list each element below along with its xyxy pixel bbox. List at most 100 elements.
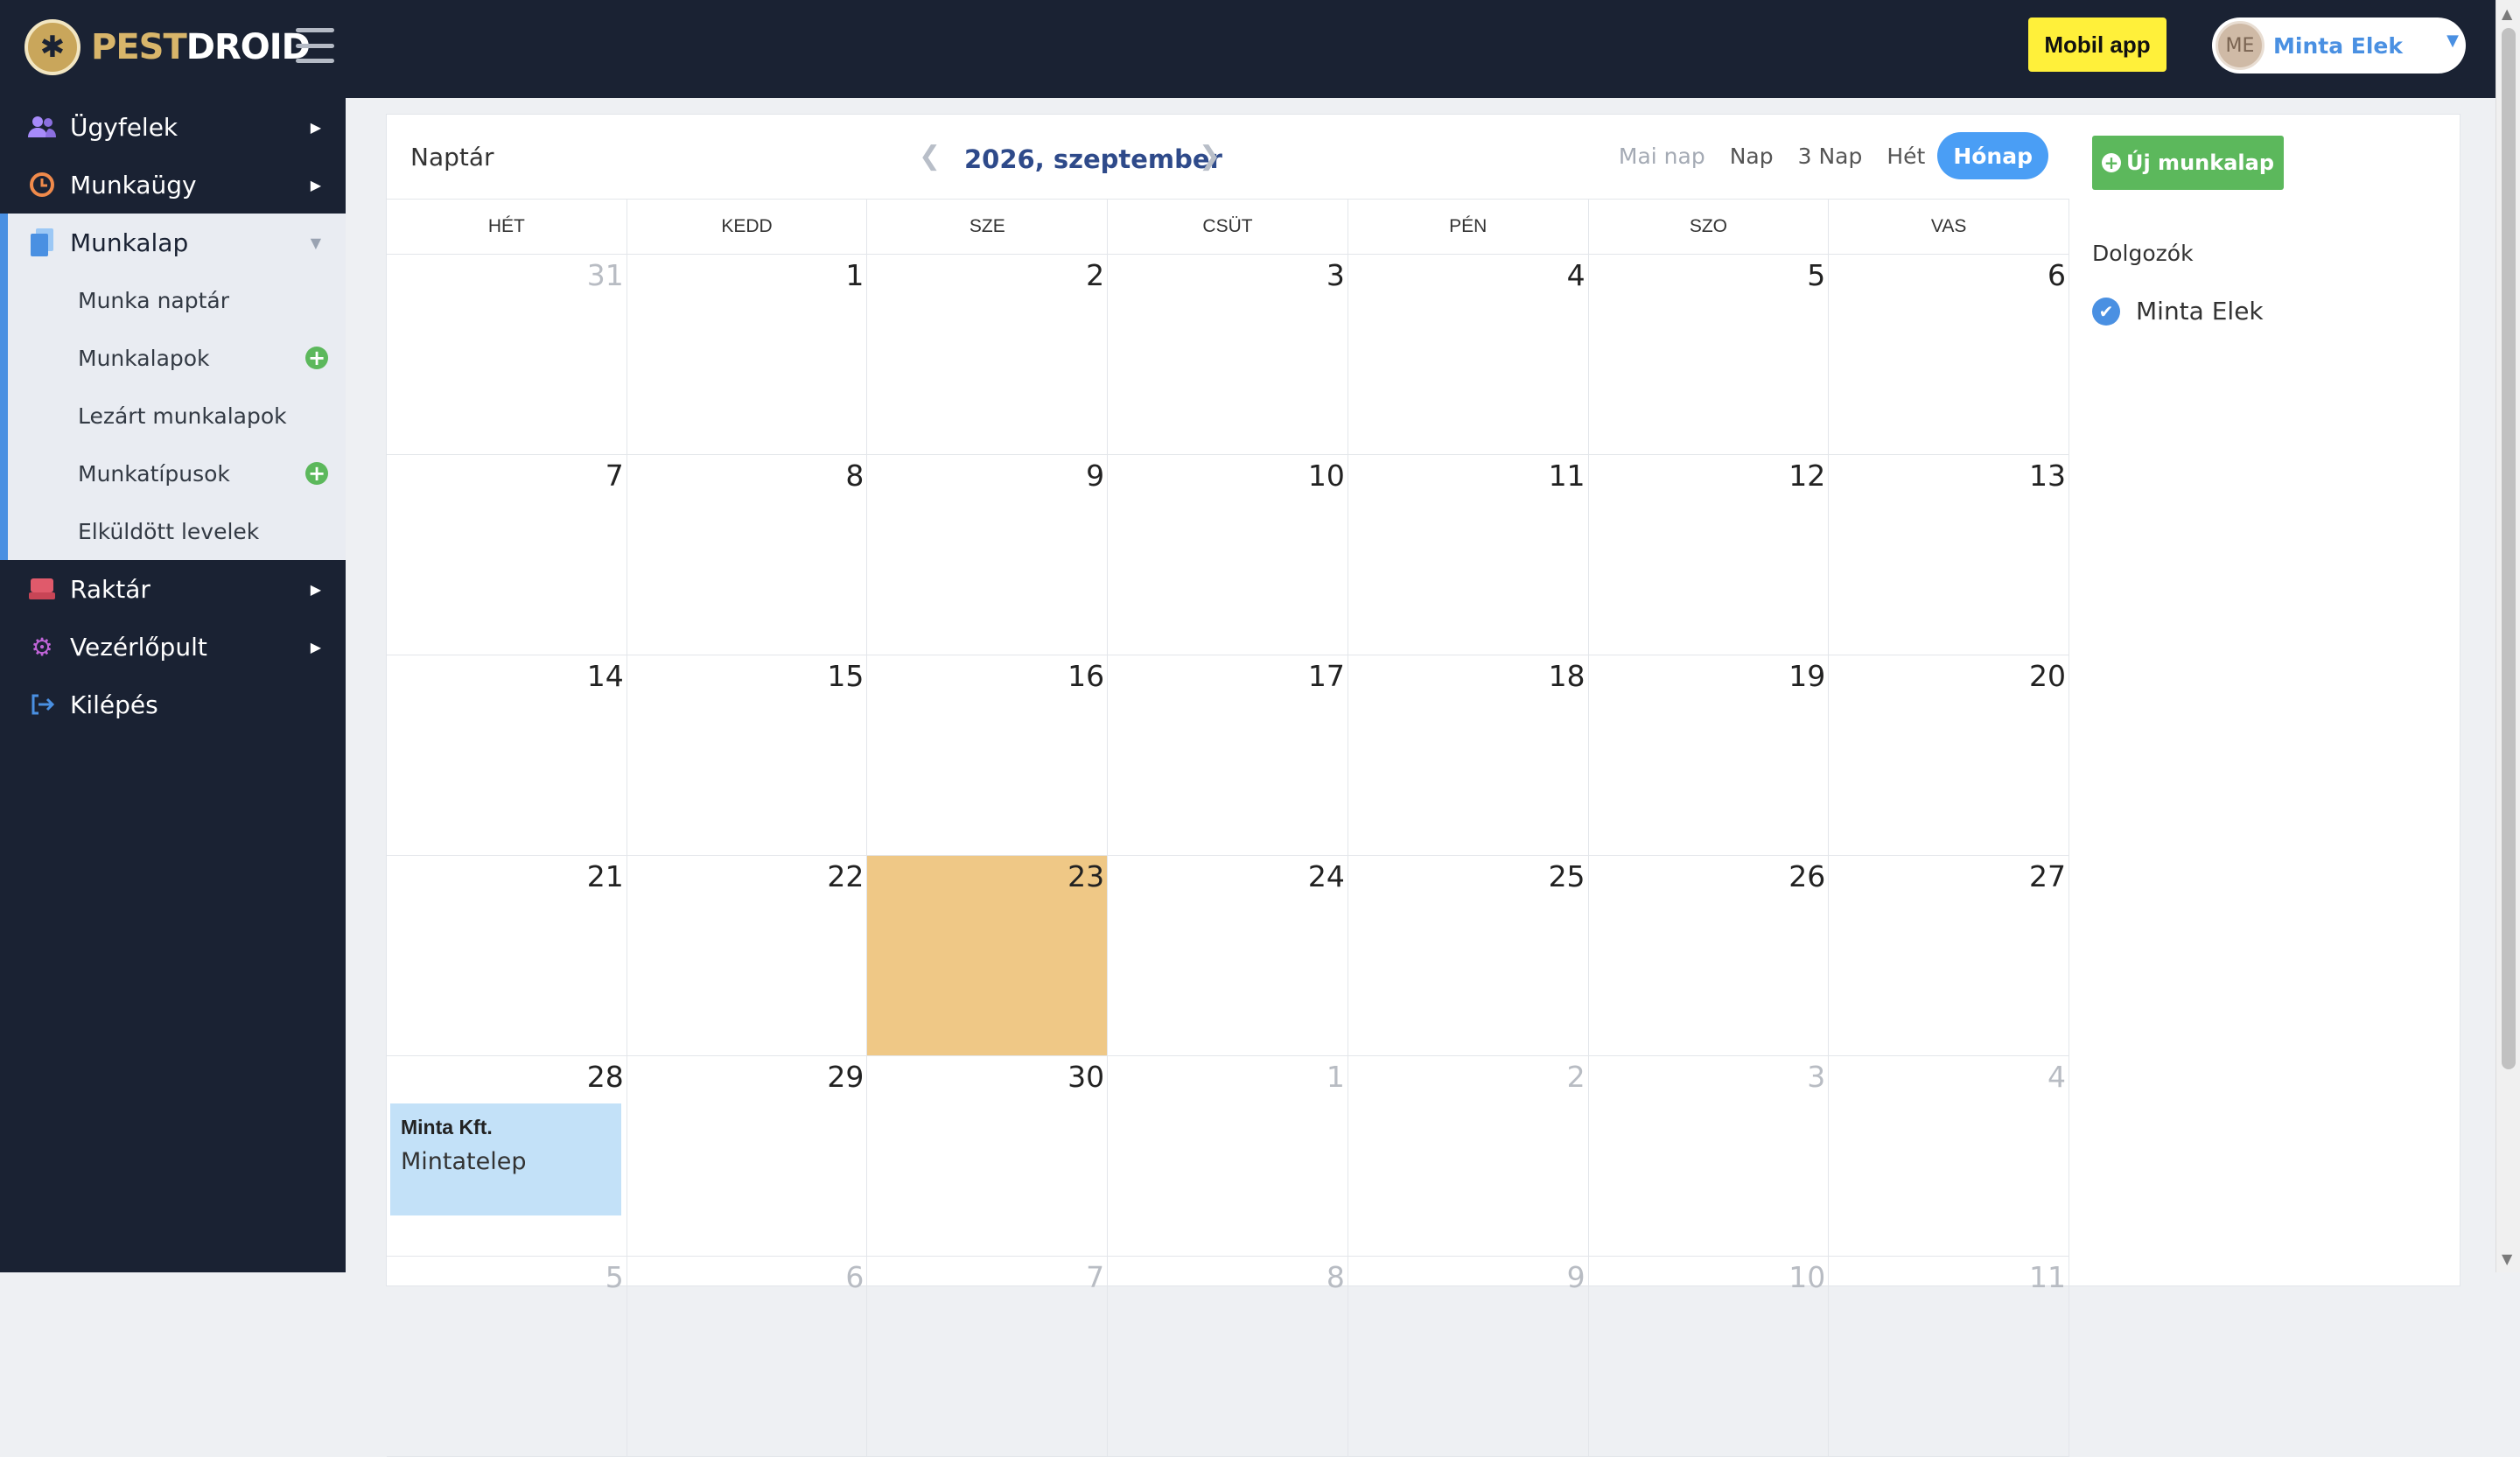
day-cell[interactable]: 25 [1348,856,1589,1056]
day-number: 3 [1807,1060,1826,1094]
submenu-item-munkalapok[interactable]: Munkalapok + [8,329,346,387]
submenu-item-munka-naptar[interactable]: Munka naptár [8,271,346,329]
day-cell[interactable]: 6 [1829,255,2069,455]
view-today-button[interactable]: Mai nap [1606,132,1718,179]
view-week-button[interactable]: Hét [1874,132,1937,179]
day-number: 19 [1788,659,1826,693]
add-munkatipus-plus-icon[interactable]: + [305,462,328,485]
new-munkalap-button[interactable]: + Új munkalap [2092,136,2284,190]
day-cell[interactable]: 8 [1108,1257,1348,1457]
day-cell[interactable]: 2 [1348,1056,1589,1257]
day-cell[interactable]: 26 [1588,856,1830,1056]
day-number: 1 [1326,1060,1345,1094]
sidebar-item-kilepes[interactable]: Kilépés [0,676,346,733]
gear-icon: ⚙ [31,632,53,662]
day-cell[interactable]: 7 [387,455,627,655]
warehouse-icon [26,573,58,605]
day-number: 21 [586,859,624,893]
sidebar-item-vezerlopult[interactable]: ⚙ Vezérlőpult ▶ [0,618,346,676]
day-cell[interactable]: 22 [626,856,868,1056]
scroll-thumb[interactable] [2502,28,2516,1069]
day-cell[interactable]: 9 [1348,1257,1589,1457]
weekday-label: SZE [867,200,1109,254]
day-cell[interactable]: 7 [867,1257,1109,1457]
user-menu[interactable]: ME Minta Elek ▼ [2212,18,2466,74]
day-cell[interactable]: 31 [387,255,627,455]
day-cell[interactable]: 4 [1348,255,1589,455]
sidebar-item-ugyfelek[interactable]: Ügyfelek ▶ [0,98,346,156]
logo[interactable]: ✱ PESTDROID [24,19,311,75]
scroll-down-icon[interactable]: ▼ [2502,1250,2512,1267]
day-cell[interactable]: 5 [387,1257,627,1457]
day-cell[interactable]: 21 [387,856,627,1056]
sidebar-item-munkalap[interactable]: Munkalap ▼ [0,214,346,271]
day-cell-today[interactable]: 23 [867,856,1109,1056]
prev-month-icon[interactable]: ❮ [919,141,941,172]
day-cell[interactable]: 6 [626,1257,868,1457]
submenu-item-lezart-munkalapok[interactable]: Lezárt munkalapok [8,387,346,445]
day-cell[interactable]: 19 [1588,655,1830,856]
sidebar-item-label: Munkaügy [70,170,197,200]
checkmark-icon[interactable]: ✔ [2092,297,2120,326]
day-number: 6 [2048,258,2066,292]
day-cell[interactable]: 8 [626,455,868,655]
day-cell[interactable]: 10 [1108,455,1348,655]
view-day-button[interactable]: Nap [1718,132,1786,179]
day-cell[interactable]: 15 [626,655,868,856]
view-3day-button[interactable]: 3 Nap [1786,132,1875,179]
day-cell[interactable]: 30 [867,1056,1109,1257]
day-number: 23 [1068,859,1105,893]
logout-icon [26,689,58,720]
day-cell[interactable]: 12 [1588,455,1830,655]
add-munkalap-plus-icon[interactable]: + [305,347,328,369]
sidebar-item-label: Raktár [70,574,150,604]
hamburger-menu-icon[interactable] [296,28,334,63]
worker-filter-item[interactable]: ✔ Minta Elek [2092,297,2264,326]
next-month-icon[interactable]: ❯ [1199,141,1221,172]
view-month-button[interactable]: Hónap [1937,132,2048,179]
day-cell[interactable]: 2 [867,255,1109,455]
mobil-app-button[interactable]: Mobil app [2028,18,2166,72]
submenu-item-munkatipusok[interactable]: Munkatípusok + [8,445,346,502]
day-number: 30 [1068,1060,1105,1094]
day-cell[interactable]: 4 [1829,1056,2069,1257]
documents-icon [26,227,58,258]
sidebar-item-munkaugy[interactable]: Munkaügy ▶ [0,156,346,214]
day-cell[interactable]: 13 [1829,455,2069,655]
page-title: Naptár [410,143,494,172]
day-cell[interactable]: 11 [1829,1257,2069,1457]
day-cell[interactable]: 16 [867,655,1109,856]
day-cell[interactable]: 1 [1108,1056,1348,1257]
calendar-event[interactable]: Minta Kft. Mintatelep [390,1103,621,1215]
day-cell[interactable]: 3 [1108,255,1348,455]
arrow-right-icon: ▶ [310,581,321,598]
day-number: 25 [1548,859,1586,893]
day-cell[interactable]: 11 [1348,455,1589,655]
scroll-up-icon[interactable]: ▲ [2502,5,2512,22]
day-number: 11 [2029,1260,2066,1294]
day-number: 10 [1788,1260,1826,1294]
day-cell[interactable]: 17 [1108,655,1348,856]
day-cell[interactable]: 1 [626,255,868,455]
view-switcher: Mai nap Nap 3 Nap Hét Hónap [1606,132,2048,179]
day-cell[interactable]: 5 [1588,255,1830,455]
day-cell[interactable]: 20 [1829,655,2069,856]
day-cell[interactable]: 14 [387,655,627,856]
submenu-item-elkuldott-levelek[interactable]: Elküldött levelek [8,502,346,560]
day-cell[interactable]: 29 [626,1056,868,1257]
day-cell[interactable]: 28 Minta Kft. Mintatelep [387,1056,627,1257]
sidebar-item-label: Kilépés [70,690,158,719]
day-cell[interactable]: 27 [1829,856,2069,1056]
day-cell[interactable]: 9 [867,455,1109,655]
day-cell[interactable]: 10 [1588,1257,1830,1457]
day-number: 13 [2029,459,2066,493]
day-cell[interactable]: 18 [1348,655,1589,856]
day-number: 5 [1807,258,1826,292]
day-cell[interactable]: 3 [1588,1056,1830,1257]
arrow-right-icon: ▶ [310,119,321,136]
sidebar-item-raktar[interactable]: Raktár ▶ [0,560,346,618]
day-number: 18 [1548,659,1586,693]
page-scrollbar[interactable]: ▲ ▼ [2496,0,2520,1272]
day-number: 22 [827,859,864,893]
day-cell[interactable]: 24 [1108,856,1348,1056]
